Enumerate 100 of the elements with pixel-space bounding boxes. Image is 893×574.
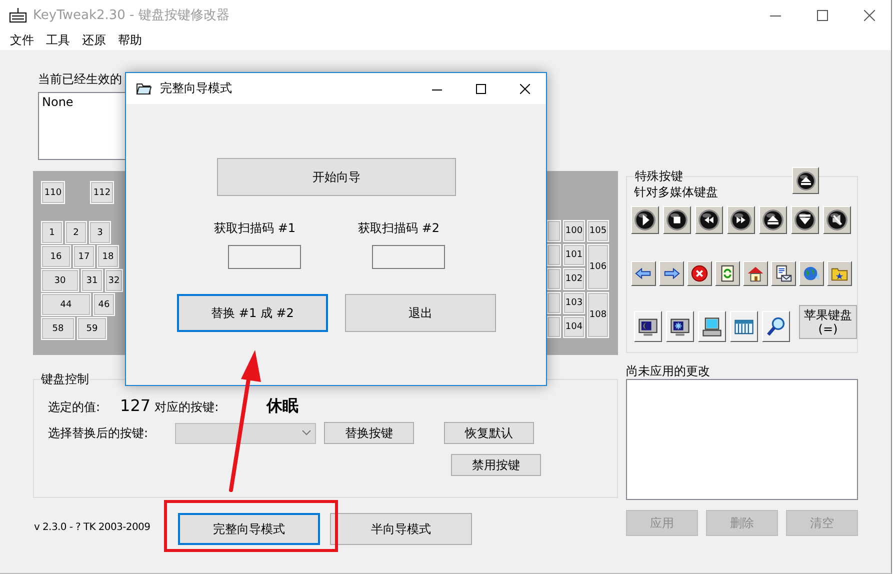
chevron-down-icon [302,430,312,436]
half-wizard-button[interactable]: 半向导模式 [330,513,472,545]
search-icon [765,316,787,338]
keyboard-key[interactable]: 32 [105,269,123,292]
value-text: 127 [120,396,151,415]
list-label: 当前已经生效的 [38,72,123,86]
stop-icon [666,209,688,231]
mail-button[interactable] [771,261,796,286]
keyboard-key[interactable]: 106 [587,244,609,290]
down-arrow-button[interactable] [791,206,819,234]
rewind-icon [698,209,720,231]
keyboard-key[interactable] [547,220,561,242]
list-label: 尚未应用的更改 [626,364,711,378]
menu-item[interactable]: 还原 [76,32,112,48]
keyboard-key[interactable]: 2 [65,221,87,244]
keyboard-key[interactable] [547,244,561,266]
home-icon [746,264,765,283]
keyboard-key[interactable]: 1 [41,221,63,244]
play-icon [634,209,656,231]
grid-button[interactable] [730,311,758,342]
field-label: 对应的按键: [154,399,219,416]
keyboard-key[interactable]: 31 [81,269,103,292]
close-icon [690,264,709,283]
moon-monitor-button[interactable] [634,311,662,342]
menu-item[interactable]: 工具 [40,32,76,48]
group-title: 特殊按键 [634,168,684,185]
keyboard-key[interactable] [547,268,561,290]
stop-button[interactable] [663,206,691,234]
replace-button[interactable]: 替换 #1 成 #2 [177,294,328,332]
folder-button[interactable] [827,261,852,286]
scan-code-field[interactable] [372,245,445,269]
close-icon[interactable] [864,10,875,20]
close-icon[interactable] [520,84,530,94]
down-arrow-icon [794,209,816,231]
keyboard-key[interactable]: 108 [587,292,609,338]
monitor-button[interactable] [666,311,694,342]
keyboard-icon [9,7,27,23]
mail-icon [774,264,793,283]
exit-button[interactable]: 退出 [345,294,496,332]
keyboard-key[interactable]: 102 [563,268,585,290]
fast-forward-button[interactable] [727,206,755,234]
field-label: 获取扫描码 #1 [214,220,297,237]
keyboard-key[interactable]: 103 [563,292,585,314]
keyboard-key[interactable]: 44 [41,293,91,316]
right-arrow-button[interactable] [659,261,684,286]
maximize-icon[interactable] [476,84,486,94]
disable-key-button[interactable]: 禁用按键 [451,454,541,476]
keyboard-key[interactable]: 18 [97,245,119,268]
full-wizard-button[interactable]: 完整向导模式 [178,513,320,545]
globe-button[interactable] [799,261,824,286]
keyboard-key[interactable]: 58 [41,317,75,340]
mute-icon [826,209,848,231]
keyboard-key[interactable] [547,292,561,314]
fast-forward-icon [730,209,752,231]
keyboard-key[interactable]: 110 [41,181,65,204]
scan-code-field[interactable] [228,245,301,269]
keyboard-key[interactable]: 30 [41,269,79,292]
pending-list[interactable] [626,379,858,500]
group-subtitle: 针对多媒体键盘 [634,184,718,201]
dialog-title: 完整向导模式 [160,80,232,97]
apple-keyboard-button[interactable]: 苹果键盘 (=) [799,305,857,339]
window-title: KeyTweak2.30 - 键盘按键修改器 [33,7,230,24]
restore-default-button[interactable]: 恢复默认 [444,422,534,444]
field-label: 选定的值: [48,399,100,416]
keyboard-key[interactable]: 59 [77,317,107,340]
maximize-icon[interactable] [817,10,828,20]
keyboard-key[interactable] [547,316,561,338]
refresh-button[interactable] [715,261,740,286]
group-title: 键盘控制 [40,371,90,388]
left-arrow-button[interactable] [631,261,656,286]
menu-item[interactable]: 文件 [4,32,40,48]
eject-button[interactable] [792,167,819,194]
keyboard-key[interactable]: 104 [563,316,585,338]
up-arrow-button[interactable] [759,206,787,234]
field-label: 选择替换后的按键: [48,424,148,442]
replace-key-button[interactable]: 替换按键 [324,422,414,444]
home-button[interactable] [743,261,768,286]
keyboard-key[interactable]: 112 [90,181,114,204]
globe-icon [802,264,821,283]
computer-icon [701,316,723,338]
keyboard-key[interactable]: 101 [563,244,585,266]
mute-button[interactable] [823,206,851,234]
field-label: 获取扫描码 #2 [358,220,441,237]
search-button[interactable] [762,311,790,342]
computer-button[interactable] [698,311,726,342]
close-button[interactable] [687,261,712,286]
version-text: v 2.3.0 - ? TK 2003-2009 [34,522,152,533]
keyboard-key[interactable]: 46 [93,293,115,316]
keyboard-key[interactable]: 17 [73,245,95,268]
keyboard-key[interactable]: 16 [41,245,71,268]
keyboard-key[interactable]: 3 [89,221,111,244]
up-arrow-icon [762,209,784,231]
eject-icon [796,170,816,190]
key-name: 休眠 [266,396,299,417]
menu-item[interactable]: 帮助 [112,32,148,48]
start-wizard-button[interactable]: 开始向导 [217,158,456,196]
keyboard-key[interactable]: 105 [587,220,609,242]
rewind-button[interactable] [695,206,723,234]
play-button[interactable] [631,206,659,234]
keyboard-key[interactable]: 100 [563,220,585,242]
